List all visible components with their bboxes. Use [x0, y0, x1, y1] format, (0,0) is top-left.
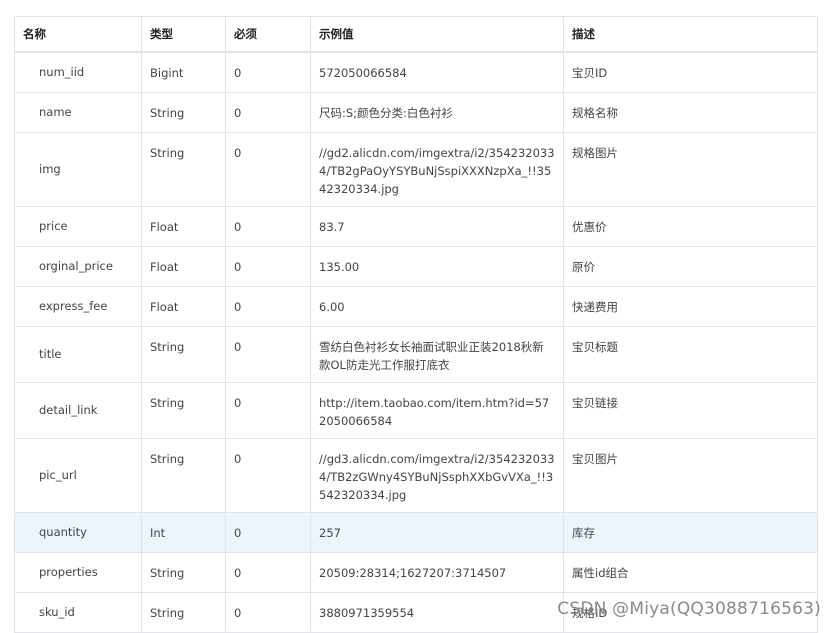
field-example-cell: 20509:28314;1627207:3714507 — [310, 551, 564, 593]
field-description-cell: 规格名称 — [563, 91, 818, 133]
field-description-cell: 宝贝图片 — [563, 437, 818, 513]
header-type: 类型 — [141, 16, 226, 53]
field-name-cell: img — [14, 131, 142, 207]
field-name-cell: price — [14, 205, 142, 247]
table-row: properties String 0 20509:28314;1627207:371… — [14, 551, 818, 593]
table-row: detail_link String 0 http://item.taobao.com… — [14, 381, 818, 439]
field-description-cell: 规格图片 — [563, 131, 818, 207]
field-required-cell: 0 — [225, 245, 311, 287]
table-body: num_iid Bigint 0 572050066584 宝贝ID name String… — [14, 51, 818, 633]
field-name-cell: num_iid — [14, 51, 142, 93]
field-required-cell: 0 — [225, 511, 311, 553]
table-row: img String 0//gd2.alicdn.com/imgextra/i2/3… — [14, 131, 818, 207]
field-type-cell: Float — [141, 245, 226, 287]
field-type-cell: String — [141, 591, 226, 633]
field-type-cell: Float — [141, 285, 226, 327]
table-row: num_iid Bigint 0 572050066584 宝贝ID — [14, 51, 818, 93]
field-example-cell: 257 — [310, 511, 564, 553]
field-name-cell: quantity — [14, 511, 142, 553]
field-required-cell: 0 — [225, 381, 311, 439]
field-description-cell: 宝贝链接 — [563, 381, 818, 439]
field-type-cell: String — [141, 91, 226, 133]
field-example-cell: //gd2.alicdn.com/imgextra/i2/3542320334/… — [310, 131, 564, 207]
field-type-cell: String — [141, 551, 226, 593]
field-name-cell: detail_link — [14, 381, 142, 439]
field-name-cell: title — [14, 325, 142, 383]
field-name-cell: express_fee — [14, 285, 142, 327]
field-required-cell: 0 — [225, 591, 311, 633]
header-example: 示例值 — [310, 16, 564, 53]
table-row: express_fee Float 0 6.00 快递费用 — [14, 285, 818, 327]
field-example-cell: 572050066584 — [310, 51, 564, 93]
field-type-cell: String — [141, 437, 226, 513]
field-required-cell: 0 — [225, 325, 311, 383]
field-name-cell: sku_id — [14, 591, 142, 633]
table-header-row: 名称 类型 必须 示例值 描述 — [14, 16, 818, 53]
table-row: name String 0 尺码:S;颜色分类:白色衬衫 规格名称 — [14, 91, 818, 133]
field-type-cell: String — [141, 325, 226, 383]
field-description-cell: 原价 — [563, 245, 818, 287]
field-required-cell: 0 — [225, 131, 311, 207]
field-name-cell: properties — [14, 551, 142, 593]
field-type-cell: Int — [141, 511, 226, 553]
field-required-cell: 0 — [225, 437, 311, 513]
watermark: CSDN @Miya(QQ3088716563) — [557, 599, 821, 619]
field-example-cell: 6.00 — [310, 285, 564, 327]
table-row: pic_url String 0//gd3.alicdn.com/imgextra/… — [14, 437, 818, 513]
field-description-cell: 快递费用 — [563, 285, 818, 327]
field-type-cell: String — [141, 131, 226, 207]
field-description-cell: 宝贝标题 — [563, 325, 818, 383]
table-row: price Float 0 83.7 优惠价 — [14, 205, 818, 247]
field-type-cell: String — [141, 381, 226, 439]
field-required-cell: 0 — [225, 285, 311, 327]
field-name-cell: orginal_price — [14, 245, 142, 287]
field-required-cell: 0 — [225, 91, 311, 133]
field-required-cell: 0 — [225, 51, 311, 93]
field-description-cell: 属性id组合 — [563, 551, 818, 593]
table-row: orginal_price Float 0 135.00 原价 — [14, 245, 818, 287]
table-row: quantity Int 0 257 库存 — [14, 511, 818, 553]
header-description: 描述 — [563, 16, 818, 53]
field-example-cell: 135.00 — [310, 245, 564, 287]
field-example-cell: 83.7 — [310, 205, 564, 247]
table-row: title String 0 雪纺白色衬衫女长袖面试职业正装2018秋新款OL防走光工… — [14, 325, 818, 383]
field-description-cell: 库存 — [563, 511, 818, 553]
field-required-cell: 0 — [225, 551, 311, 593]
field-name-cell: pic_url — [14, 437, 142, 513]
field-example-cell: 3880971359554 — [310, 591, 564, 633]
field-name-cell: name — [14, 91, 142, 133]
field-example-cell: //gd3.alicdn.com/imgextra/i2/3542320334/… — [310, 437, 564, 513]
field-example-cell: http://item.taobao.com/item.htm?id=57205… — [310, 381, 564, 439]
field-type-cell: Float — [141, 205, 226, 247]
api-fields-table: 名称 类型 必须 示例值 描述 num_iid Bigint 0 5720500665… — [14, 16, 818, 633]
field-example-cell: 雪纺白色衬衫女长袖面试职业正装2018秋新款OL防走光工作服打底衣 — [310, 325, 564, 383]
field-description-cell: 宝贝ID — [563, 51, 818, 93]
header-name: 名称 — [14, 16, 142, 53]
field-description-cell: 优惠价 — [563, 205, 818, 247]
header-required: 必须 — [225, 16, 311, 53]
field-example-cell: 尺码:S;颜色分类:白色衬衫 — [310, 91, 564, 133]
field-type-cell: Bigint — [141, 51, 226, 93]
field-required-cell: 0 — [225, 205, 311, 247]
